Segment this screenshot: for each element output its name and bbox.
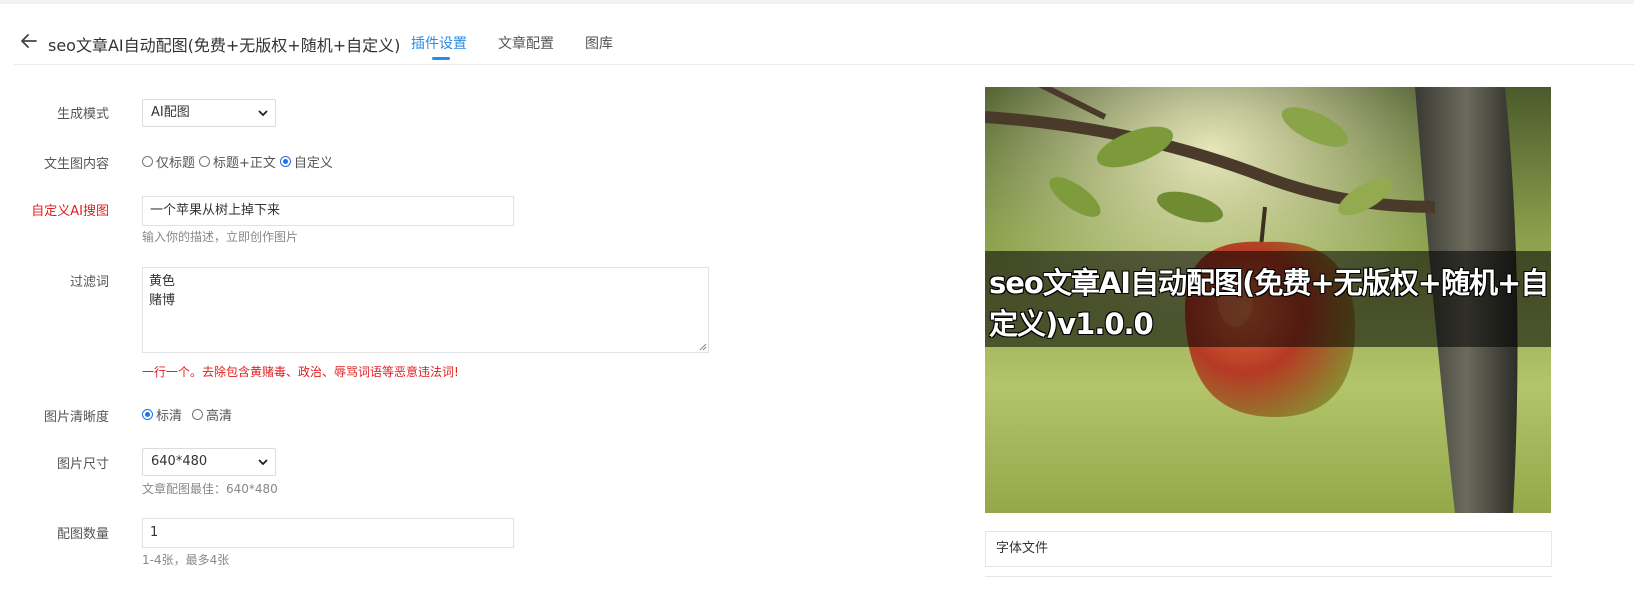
radio-button-selected[interactable] [279,156,291,167]
clarity-option-label: 高清 [206,409,233,424]
radio-button[interactable] [192,409,204,420]
content-option-label: 标题+正文 [213,156,276,171]
custom-prompt-help: 输入你的描述，立即创作图片 [142,230,299,244]
radio-button-selected[interactable] [142,409,153,420]
clarity-label: 图片清晰度 [43,410,109,425]
content-option-label: 仅标题 [156,156,196,171]
tab-plugin-settings[interactable]: 插件设置 [411,33,467,53]
content-option-title-body[interactable]: 标题+正文 [199,152,276,171]
preview-overlay-text: seo文章AI自动配图(免费+无版权+随机+自定义)v1.0.0 [989,266,1549,341]
filter-words-textarea[interactable]: 黄色 赌博 [142,267,709,353]
clarity-option-label: 标清 [156,409,183,424]
content-radio-group: 仅标题 标题+正文 自定义 [142,152,337,171]
radio-button[interactable] [142,156,153,167]
custom-prompt-input[interactable]: 一个苹果从树上掉下来 [142,196,514,226]
filter-word-line: 赌博 [149,293,176,308]
tab-gallery[interactable]: 图库 [585,33,613,53]
filter-words-warning: 一行一个。去除包含黄赌毒、政治、辱骂词语等恶意违法词! [142,365,459,379]
back-arrow-icon[interactable] [18,30,40,52]
font-file-field[interactable]: 字体文件 [985,531,1552,567]
image-size-value: 640*480 [151,454,208,469]
chevron-down-icon [258,459,268,466]
active-tab-indicator [432,57,450,60]
image-count-help: 1-4张，最多4张 [142,553,230,567]
chevron-down-icon [258,110,268,117]
radio-button[interactable] [199,156,211,167]
divider [985,576,1552,577]
filter-word-line: 黄色 [149,274,176,289]
mode-select-value: AI配图 [151,105,190,120]
image-count-label: 配图数量 [56,527,109,542]
content-option-custom[interactable]: 自定义 [279,152,333,171]
clarity-radio-group: 标清 高清 [142,405,236,424]
image-size-select[interactable]: 640*480 [142,448,276,476]
filter-words-label: 过滤词 [69,275,109,290]
resize-handle-icon[interactable] [698,342,707,351]
tab-article-config[interactable]: 文章配置 [498,33,554,53]
page-header: seo文章AI自动配图(免费+无版权+随机+自定义) 插件设置 文章配置 图库 [14,4,1634,65]
content-option-title-only[interactable]: 仅标题 [142,152,195,171]
clarity-option-standard[interactable]: 标清 [142,405,182,424]
preview-image: seo文章AI自动配图(免费+无版权+随机+自定义)v1.0.0 [985,87,1551,513]
image-size-help: 文章配图最佳：640*480 [142,482,278,496]
clarity-option-hd[interactable]: 高清 [192,405,232,424]
mode-label: 生成模式 [56,107,109,122]
custom-prompt-label: 自定义AI搜图 [31,204,109,219]
page-title: seo文章AI自动配图(免费+无版权+随机+自定义) [48,36,401,55]
content-label: 文生图内容 [43,157,109,172]
image-count-input[interactable]: 1 [142,518,514,548]
mode-select[interactable]: AI配图 [142,99,276,127]
content-option-label: 自定义 [293,156,333,171]
image-size-label: 图片尺寸 [56,457,109,472]
